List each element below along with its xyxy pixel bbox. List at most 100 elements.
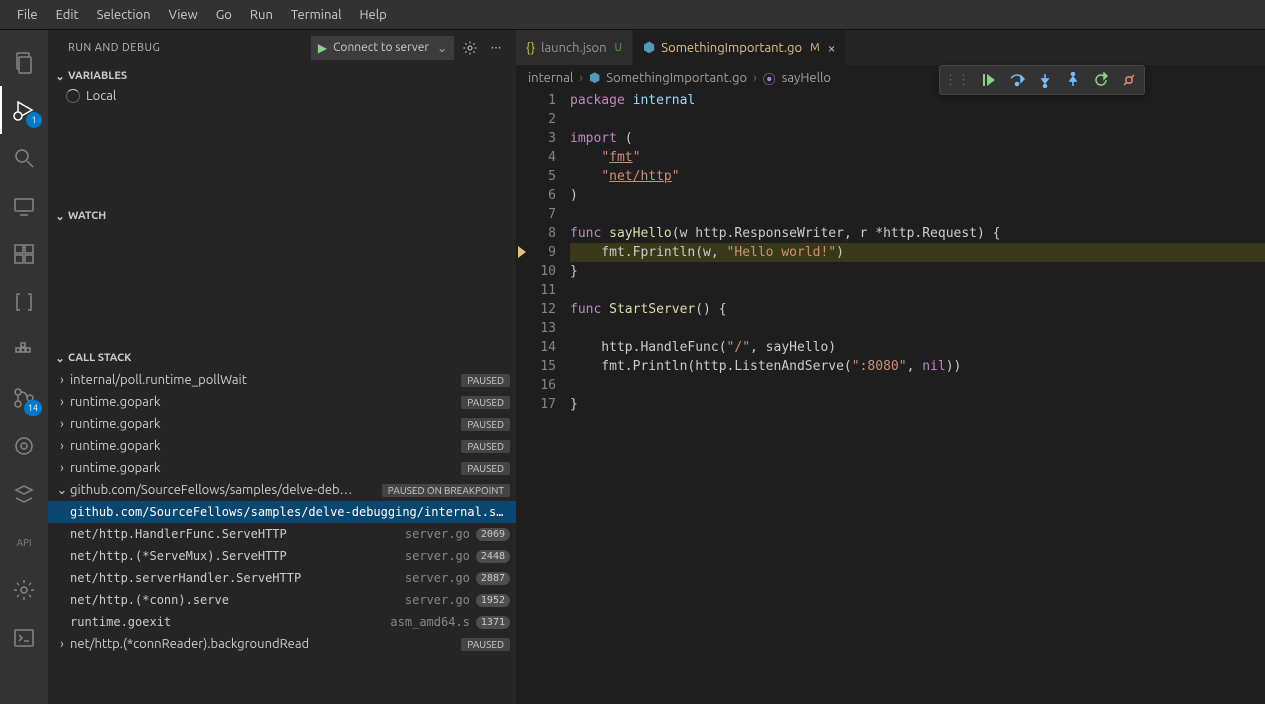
- thread-row[interactable]: ›runtime.goparkPAUSED: [48, 457, 516, 479]
- thread-row[interactable]: ›runtime.goparkPAUSED: [48, 413, 516, 435]
- search-icon[interactable]: [0, 134, 48, 182]
- menu-selection[interactable]: Selection: [88, 4, 160, 26]
- code-line: }: [570, 262, 1265, 281]
- menu-terminal[interactable]: Terminal: [282, 4, 351, 26]
- stack-frame[interactable]: net/http.(*ServeMux).ServeHTTPserver.go2…: [48, 545, 516, 567]
- variables-section: ⌄ VARIABLES Local: [48, 65, 516, 205]
- chevron-down-icon: ⌄: [437, 41, 447, 55]
- run-config-select[interactable]: ▶ Connect to server ⌄: [311, 36, 454, 60]
- ext2-icon[interactable]: [0, 470, 48, 518]
- modified-status: M: [810, 42, 820, 54]
- frame-line: 2887: [476, 572, 510, 585]
- menu-edit[interactable]: Edit: [47, 4, 88, 26]
- menu-run[interactable]: Run: [241, 4, 282, 26]
- scm-badge: 14: [24, 400, 42, 416]
- chevron-down-icon: ⌄: [54, 483, 70, 498]
- watch-header[interactable]: ⌄ WATCH: [48, 205, 516, 227]
- editor-area: {}launch.jsonU⬢SomethingImportant.goM× i…: [516, 30, 1265, 704]
- line-number: 15: [522, 357, 556, 376]
- step-into-button[interactable]: [1034, 69, 1056, 91]
- ext1-icon[interactable]: [0, 422, 48, 470]
- code-line: "fmt": [570, 148, 1265, 167]
- thread-state-badge: PAUSED: [461, 374, 510, 387]
- editor[interactable]: 1234567891011121314151617 package intern…: [516, 91, 1265, 704]
- gear-icon[interactable]: [460, 38, 480, 58]
- chevron-right-icon: ›: [54, 439, 70, 453]
- extensions-icon[interactable]: [0, 230, 48, 278]
- line-number: 4: [522, 148, 556, 167]
- thread-row[interactable]: ›internal/poll.runtime_pollWaitPAUSED: [48, 369, 516, 391]
- scm-icon[interactable]: 14: [0, 374, 48, 422]
- menubar: FileEditSelectionViewGoRunTerminalHelp: [0, 0, 1265, 30]
- bracket-icon[interactable]: [0, 278, 48, 326]
- chevron-right-icon: ›: [579, 71, 583, 85]
- debug-toolbar: ⋮⋮: [939, 65, 1145, 95]
- more-icon[interactable]: ⋯: [486, 38, 506, 58]
- thread-state-badge: PAUSED: [461, 638, 510, 651]
- thread-row[interactable]: ⌄github.com/SourceFellows/samples/delve-…: [48, 479, 516, 501]
- menu-help[interactable]: Help: [350, 4, 395, 26]
- frame-file: asm_amd64.s: [390, 615, 469, 629]
- line-number: 9: [522, 243, 556, 262]
- thread-row[interactable]: ›net/http.(*connReader).backgroundReadPA…: [48, 633, 516, 655]
- grip-icon[interactable]: ⋮⋮: [944, 73, 970, 88]
- code-line: import (: [570, 129, 1265, 148]
- thread-state-badge: PAUSED: [461, 440, 510, 453]
- stack-frame[interactable]: net/http.HandlerFunc.ServeHTTP server.go 2…: [48, 523, 516, 545]
- terminal-icon[interactable]: [0, 614, 48, 662]
- stack-frame[interactable]: net/http.serverHandler.ServeHTTPserver.g…: [48, 567, 516, 589]
- frame-function: net/http.HandlerFunc.ServeHTTP: [70, 527, 399, 541]
- code-line: ): [570, 186, 1265, 205]
- api-icon[interactable]: API: [0, 518, 48, 566]
- code-line: package internal: [570, 91, 1265, 110]
- chevron-right-icon: ›: [54, 395, 70, 409]
- tab-somethingimportant-go[interactable]: ⬢SomethingImportant.goM×: [633, 30, 846, 65]
- docker-icon[interactable]: [0, 326, 48, 374]
- restart-button[interactable]: [1090, 69, 1112, 91]
- spinner-icon: [66, 89, 80, 103]
- modified-status: U: [615, 42, 623, 54]
- thread-row[interactable]: ›runtime.goparkPAUSED: [48, 391, 516, 413]
- breadcrumb-part: sayHello: [782, 71, 831, 85]
- continue-button[interactable]: [978, 69, 1000, 91]
- frame-line: 2069: [476, 528, 510, 541]
- stack-frame[interactable]: runtime.goexitasm_amd64.s1371: [48, 611, 516, 633]
- close-icon[interactable]: ×: [828, 40, 836, 56]
- frame-file: server.go: [405, 549, 470, 563]
- breadcrumb[interactable]: internal › ⬢ SomethingImportant.go › ⦿ s…: [516, 65, 1265, 91]
- frame-file: server.go: [405, 527, 470, 541]
- callstack-header[interactable]: ⌄ CALL STACK: [48, 347, 516, 369]
- step-out-button[interactable]: [1062, 69, 1084, 91]
- stack-frame[interactable]: github.com/SourceFellows/samples/delve-d…: [48, 501, 516, 523]
- watch-section: ⌄ WATCH: [48, 205, 516, 347]
- variables-header[interactable]: ⌄ VARIABLES: [48, 65, 516, 87]
- remote-icon[interactable]: [0, 182, 48, 230]
- menu-file[interactable]: File: [8, 4, 47, 26]
- settings-icon[interactable]: [0, 566, 48, 614]
- disconnect-button[interactable]: [1118, 69, 1140, 91]
- line-number: 17: [522, 395, 556, 414]
- step-over-button[interactable]: [1006, 69, 1028, 91]
- run-debug-icon[interactable]: 1: [0, 86, 48, 134]
- line-number: 1: [522, 91, 556, 110]
- code-line: }: [570, 395, 1265, 414]
- tab-launch-json[interactable]: {}launch.jsonU: [516, 30, 633, 65]
- thread-state-badge: PAUSED: [461, 396, 510, 409]
- menu-view[interactable]: View: [160, 4, 207, 26]
- explorer-icon[interactable]: [0, 38, 48, 86]
- code-line: func sayHello(w http.ResponseWriter, r *…: [570, 224, 1265, 243]
- play-icon: ▶: [318, 41, 327, 55]
- thread-name: runtime.gopark: [70, 417, 461, 431]
- run-config-label: Connect to server: [333, 41, 429, 54]
- frame-line: 1952: [476, 594, 510, 607]
- breadcrumb-part: internal: [528, 71, 573, 85]
- stack-frame[interactable]: net/http.(*conn).serveserver.go1952: [48, 589, 516, 611]
- local-scope[interactable]: Local: [48, 87, 516, 105]
- frame-line: 2448: [476, 550, 510, 563]
- chevron-right-icon: ›: [753, 71, 757, 85]
- thread-row[interactable]: ›runtime.goparkPAUSED: [48, 435, 516, 457]
- menu-go[interactable]: Go: [207, 4, 241, 26]
- line-number: 8: [522, 224, 556, 243]
- watch-body: [48, 227, 516, 347]
- sidebar-title: RUN AND DEBUG: [68, 42, 160, 54]
